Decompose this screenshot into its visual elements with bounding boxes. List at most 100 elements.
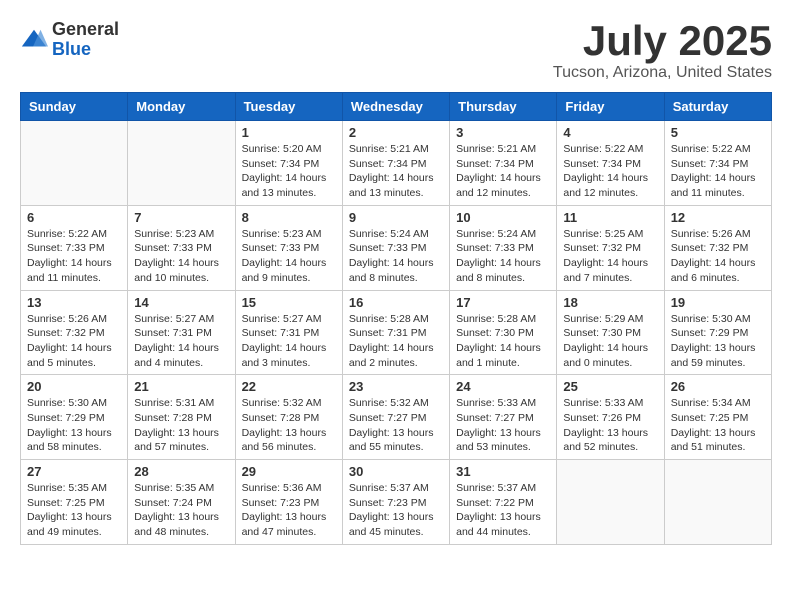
weekday-header-thursday: Thursday [450, 93, 557, 121]
logo-icon [20, 26, 48, 54]
calendar-cell [557, 460, 664, 545]
day-info: Sunrise: 5:26 AM Sunset: 7:32 PM Dayligh… [671, 227, 765, 286]
day-number: 5 [671, 125, 765, 140]
calendar-cell: 12Sunrise: 5:26 AM Sunset: 7:32 PM Dayli… [664, 205, 771, 290]
day-info: Sunrise: 5:22 AM Sunset: 7:34 PM Dayligh… [671, 142, 765, 201]
calendar-cell: 10Sunrise: 5:24 AM Sunset: 7:33 PM Dayli… [450, 205, 557, 290]
title-section: July 2025 Tucson, Arizona, United States [553, 20, 772, 82]
day-info: Sunrise: 5:37 AM Sunset: 7:22 PM Dayligh… [456, 481, 550, 540]
day-number: 3 [456, 125, 550, 140]
day-number: 7 [134, 210, 228, 225]
day-number: 9 [349, 210, 443, 225]
day-info: Sunrise: 5:21 AM Sunset: 7:34 PM Dayligh… [456, 142, 550, 201]
day-number: 15 [242, 295, 336, 310]
calendar-cell: 16Sunrise: 5:28 AM Sunset: 7:31 PM Dayli… [342, 290, 449, 375]
calendar-cell: 29Sunrise: 5:36 AM Sunset: 7:23 PM Dayli… [235, 460, 342, 545]
day-number: 6 [27, 210, 121, 225]
calendar-week-row: 13Sunrise: 5:26 AM Sunset: 7:32 PM Dayli… [21, 290, 772, 375]
calendar-cell [21, 121, 128, 206]
calendar-title: July 2025 [553, 20, 772, 62]
day-number: 17 [456, 295, 550, 310]
day-info: Sunrise: 5:35 AM Sunset: 7:25 PM Dayligh… [27, 481, 121, 540]
calendar-cell: 22 Sunrise: 5:32 AM Sunset: 7:28 PM Dayli… [235, 375, 342, 460]
calendar-cell: 6 Sunrise: 5:22 AM Sunset: 7:33 PM Daylig… [21, 205, 128, 290]
day-info: Sunrise: 5:25 AM Sunset: 7:32 PM Dayligh… [563, 227, 657, 286]
day-number: 20 [27, 379, 121, 394]
calendar-table: SundayMondayTuesdayWednesdayThursdayFrid… [20, 92, 772, 545]
calendar-cell: 25 Sunrise: 5:33 AM Sunset: 7:26 PM Dayli… [557, 375, 664, 460]
logo: General Blue [20, 20, 119, 60]
weekday-header-friday: Friday [557, 93, 664, 121]
day-info: Sunrise: 5:20 AM Sunset: 7:34 PM Dayligh… [242, 142, 336, 201]
weekday-header-sunday: Sunday [21, 93, 128, 121]
day-info: Sunrise: 5:30 AM Sunset: 7:29 PM Dayligh… [27, 396, 121, 455]
day-info: Sunrise: 5:34 AM Sunset: 7:25 PM Dayligh… [671, 396, 765, 455]
day-info: Sunrise: 5:27 AM Sunset: 7:31 PM Dayligh… [134, 312, 228, 371]
day-info: Sunrise: 5:37 AM Sunset: 7:23 PM Dayligh… [349, 481, 443, 540]
calendar-cell: 2 Sunrise: 5:21 AM Sunset: 7:34 PM Daylig… [342, 121, 449, 206]
day-info: Sunrise: 5:31 AM Sunset: 7:28 PM Dayligh… [134, 396, 228, 455]
day-number: 2 [349, 125, 443, 140]
calendar-cell: 31 Sunrise: 5:37 AM Sunset: 7:22 PM Dayli… [450, 460, 557, 545]
day-info: Sunrise: 5:33 AM Sunset: 7:27 PM Dayligh… [456, 396, 550, 455]
day-info: Sunrise: 5:36 AM Sunset: 7:23 PM Dayligh… [242, 481, 336, 540]
day-number: 8 [242, 210, 336, 225]
day-info: Sunrise: 5:35 AM Sunset: 7:24 PM Dayligh… [134, 481, 228, 540]
day-number: 4 [563, 125, 657, 140]
calendar-header-row: SundayMondayTuesdayWednesdayThursdayFrid… [21, 93, 772, 121]
day-number: 18 [563, 295, 657, 310]
day-info: Sunrise: 5:28 AM Sunset: 7:30 PM Dayligh… [456, 312, 550, 371]
day-number: 14 [134, 295, 228, 310]
calendar-cell: 14 Sunrise: 5:27 AM Sunset: 7:31 PM Dayli… [128, 290, 235, 375]
day-number: 31 [456, 464, 550, 479]
day-number: 30 [349, 464, 443, 479]
day-info: Sunrise: 5:23 AM Sunset: 7:33 PM Dayligh… [242, 227, 336, 286]
calendar-cell: 30 Sunrise: 5:37 AM Sunset: 7:23 PM Dayli… [342, 460, 449, 545]
calendar-cell: 7Sunrise: 5:23 AM Sunset: 7:33 PM Daylig… [128, 205, 235, 290]
calendar-subtitle: Tucson, Arizona, United States [553, 64, 772, 82]
day-info: Sunrise: 5:26 AM Sunset: 7:32 PM Dayligh… [27, 312, 121, 371]
day-info: Sunrise: 5:32 AM Sunset: 7:28 PM Dayligh… [242, 396, 336, 455]
calendar-cell: 8 Sunrise: 5:23 AM Sunset: 7:33 PM Daylig… [235, 205, 342, 290]
calendar-cell: 5 Sunrise: 5:22 AM Sunset: 7:34 PM Daylig… [664, 121, 771, 206]
day-info: Sunrise: 5:29 AM Sunset: 7:30 PM Dayligh… [563, 312, 657, 371]
calendar-cell [664, 460, 771, 545]
weekday-header-tuesday: Tuesday [235, 93, 342, 121]
calendar-cell: 4Sunrise: 5:22 AM Sunset: 7:34 PM Daylig… [557, 121, 664, 206]
day-number: 21 [134, 379, 228, 394]
day-info: Sunrise: 5:32 AM Sunset: 7:27 PM Dayligh… [349, 396, 443, 455]
day-info: Sunrise: 5:33 AM Sunset: 7:26 PM Dayligh… [563, 396, 657, 455]
calendar-cell: 26 Sunrise: 5:34 AM Sunset: 7:25 PM Dayli… [664, 375, 771, 460]
logo-blue-text: Blue [52, 40, 119, 60]
day-number: 23 [349, 379, 443, 394]
day-number: 19 [671, 295, 765, 310]
calendar-cell: 17 Sunrise: 5:28 AM Sunset: 7:30 PM Dayli… [450, 290, 557, 375]
day-number: 24 [456, 379, 550, 394]
page-header: General Blue July 2025 Tucson, Arizona, … [20, 20, 772, 82]
calendar-cell: 3 Sunrise: 5:21 AM Sunset: 7:34 PM Daylig… [450, 121, 557, 206]
calendar-cell: 13Sunrise: 5:26 AM Sunset: 7:32 PM Dayli… [21, 290, 128, 375]
calendar-cell: 11 Sunrise: 5:25 AM Sunset: 7:32 PM Dayli… [557, 205, 664, 290]
calendar-cell [128, 121, 235, 206]
day-number: 22 [242, 379, 336, 394]
day-number: 27 [27, 464, 121, 479]
day-info: Sunrise: 5:22 AM Sunset: 7:33 PM Dayligh… [27, 227, 121, 286]
day-number: 25 [563, 379, 657, 394]
calendar-cell: 15Sunrise: 5:27 AM Sunset: 7:31 PM Dayli… [235, 290, 342, 375]
day-number: 26 [671, 379, 765, 394]
weekday-header-monday: Monday [128, 93, 235, 121]
calendar-cell: 27 Sunrise: 5:35 AM Sunset: 7:25 PM Dayli… [21, 460, 128, 545]
weekday-header-wednesday: Wednesday [342, 93, 449, 121]
weekday-header-saturday: Saturday [664, 93, 771, 121]
day-info: Sunrise: 5:24 AM Sunset: 7:33 PM Dayligh… [349, 227, 443, 286]
day-info: Sunrise: 5:21 AM Sunset: 7:34 PM Dayligh… [349, 142, 443, 201]
day-number: 16 [349, 295, 443, 310]
logo-general-text: General [52, 20, 119, 40]
calendar-cell: 20 Sunrise: 5:30 AM Sunset: 7:29 PM Dayli… [21, 375, 128, 460]
day-number: 11 [563, 210, 657, 225]
calendar-cell: 23 Sunrise: 5:32 AM Sunset: 7:27 PM Dayli… [342, 375, 449, 460]
calendar-week-row: 27 Sunrise: 5:35 AM Sunset: 7:25 PM Dayli… [21, 460, 772, 545]
calendar-cell: 19Sunrise: 5:30 AM Sunset: 7:29 PM Dayli… [664, 290, 771, 375]
day-number: 1 [242, 125, 336, 140]
calendar-week-row: 1 Sunrise: 5:20 AM Sunset: 7:34 PM Daylig… [21, 121, 772, 206]
